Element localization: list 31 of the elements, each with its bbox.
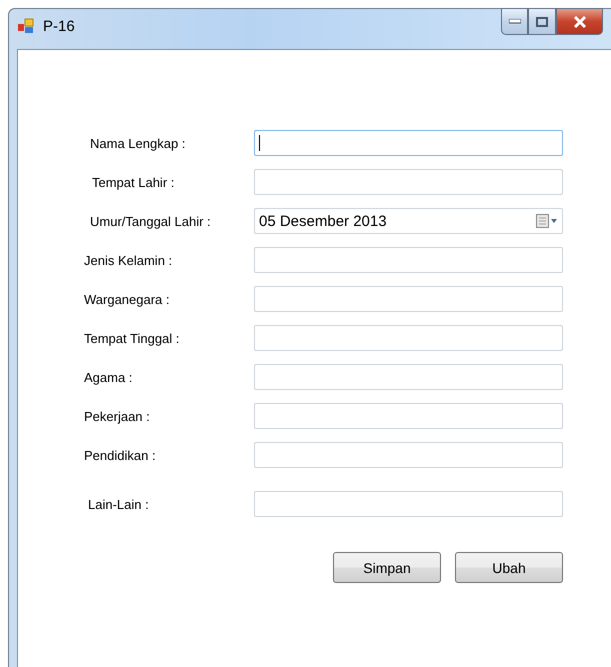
field-label: Nama Lengkap : (89, 136, 186, 150)
field-label: Tempat Lahir : (91, 174, 176, 190)
field-label: Warganegara : (84, 292, 171, 306)
input-field[interactable] (254, 325, 563, 351)
maximize-icon (536, 16, 548, 26)
maximize-button[interactable] (528, 8, 556, 35)
input-field[interactable] (254, 247, 563, 273)
field-label: Agama : (84, 370, 134, 384)
field-label: Umur/Tanggal Lahir : (89, 214, 212, 228)
close-icon (572, 16, 586, 28)
field-label: Tempat Tinggal : (84, 330, 180, 346)
input-field[interactable] (254, 491, 563, 517)
field-label: Lain-Lain : (87, 496, 150, 512)
input-field[interactable] (254, 130, 563, 156)
app-icon (17, 17, 35, 35)
edit-button[interactable]: Ubah (455, 552, 563, 583)
window-title: P-16 (43, 18, 75, 35)
field-label: Pendidikan : (84, 448, 157, 462)
field-label: Pekerjaan : (84, 408, 151, 424)
input-field[interactable] (254, 403, 563, 429)
input-field[interactable] (254, 169, 563, 195)
input-field[interactable] (254, 442, 563, 468)
save-button[interactable]: Simpan (333, 552, 441, 583)
minimize-button[interactable] (501, 8, 528, 35)
calendar-dropdown-icon (536, 214, 558, 228)
field-label: Jenis Kelamin : (84, 252, 174, 268)
input-field[interactable] (254, 286, 563, 312)
input-field[interactable] (254, 364, 563, 390)
minimize-icon (508, 19, 520, 24)
date-picker[interactable]: 05 Desember 2013 (254, 208, 563, 234)
close-button[interactable] (556, 8, 603, 35)
